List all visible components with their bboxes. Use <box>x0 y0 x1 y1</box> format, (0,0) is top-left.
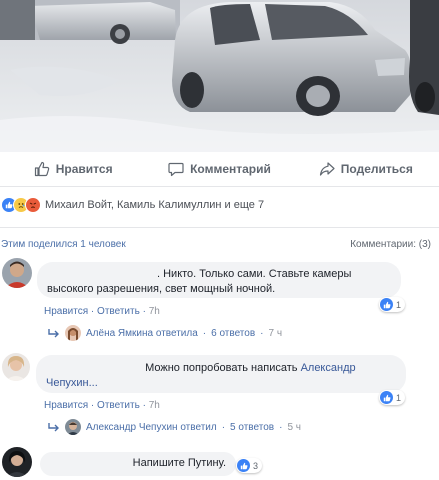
like-button-label: Нравится <box>55 162 113 176</box>
reply-author: Алёна Ямкина ответила <box>86 327 198 339</box>
reply-arrow-icon <box>48 329 59 338</box>
reactors-names[interactable]: Михаил Войт, Камиль Калимуллин и еще 7 <box>45 199 264 211</box>
comment-bubble: Можно попробовать написать Александр Чеп… <box>36 355 406 393</box>
reply-time: 7 ч <box>268 327 283 339</box>
comment-bubble: . Никто. Только сами. Ставьте камеры выс… <box>37 262 401 298</box>
comment-text: Напишите Путину. <box>132 457 226 469</box>
comment-actions: Нравится · Ответить · 7h <box>44 400 160 411</box>
avatar <box>65 325 81 341</box>
share-arrow-icon <box>319 162 335 176</box>
replies-summary[interactable]: Алёна Ямкина ответила · 6 ответов · 7 ч <box>48 325 282 341</box>
reply-count: 6 ответов <box>211 327 256 339</box>
hidden-author-name <box>47 266 157 277</box>
reply-count: 5 ответов <box>230 421 275 433</box>
post-photo[interactable] <box>0 0 439 152</box>
comment-actions: Нравится · Ответить · 7h <box>44 306 160 317</box>
comment-likes-badge[interactable]: 1 <box>379 297 406 312</box>
like-count: 1 <box>396 299 402 310</box>
comment-likes-badge[interactable]: 3 <box>236 458 263 473</box>
comment-reply-link[interactable]: Ответить <box>97 400 140 411</box>
like-icon <box>380 298 393 311</box>
avatar <box>65 419 81 435</box>
reply-time: 5 ч <box>287 421 301 433</box>
share-button[interactable]: Поделиться <box>293 152 439 186</box>
avatar[interactable] <box>2 258 32 288</box>
replies-summary[interactable]: Александр Чепухин ответил · 5 ответов · … <box>48 419 301 435</box>
avatar[interactable] <box>2 353 30 381</box>
comment-button[interactable]: Комментарий <box>146 152 292 186</box>
avatar[interactable] <box>2 447 32 477</box>
comment-button-label: Комментарий <box>190 162 271 176</box>
comment-likes-badge[interactable]: 1 <box>379 390 406 405</box>
hidden-author-name <box>46 360 142 371</box>
comment-time[interactable]: 7h <box>149 306 160 317</box>
comments-count[interactable]: Комментарии: (3) <box>350 239 439 250</box>
reactions-summary[interactable]: Михаил Войт, Камиль Калимуллин и еще 7 <box>0 195 264 215</box>
reply-arrow-icon <box>48 423 59 432</box>
reply-author: Александр Чепухин ответил <box>86 421 217 433</box>
like-button[interactable]: Нравится <box>0 152 146 186</box>
thumbs-up-icon <box>34 161 49 177</box>
shares-count[interactable]: Этим поделился 1 человек <box>0 239 126 250</box>
like-icon <box>380 391 393 404</box>
post-meta: Этим поделился 1 человек Комментарии: (3… <box>0 227 439 254</box>
comment-text: Можно попробовать написать <box>145 362 298 374</box>
comment-reply-link[interactable]: Ответить <box>97 306 140 317</box>
like-count: 3 <box>253 460 259 471</box>
comment-time[interactable]: 7h <box>149 400 160 411</box>
like-icon <box>237 459 250 472</box>
comment-like-link[interactable]: Нравится <box>44 400 88 411</box>
share-button-label: Поделиться <box>340 162 413 176</box>
post-action-bar: Нравится Комментарий Поделиться <box>0 152 439 187</box>
speech-bubble-icon <box>168 162 184 177</box>
comment-bubble: Напишите Путину. <box>40 452 236 476</box>
like-count: 1 <box>396 392 402 403</box>
angry-reaction-icon <box>25 197 41 213</box>
comment-like-link[interactable]: Нравится <box>44 306 88 317</box>
